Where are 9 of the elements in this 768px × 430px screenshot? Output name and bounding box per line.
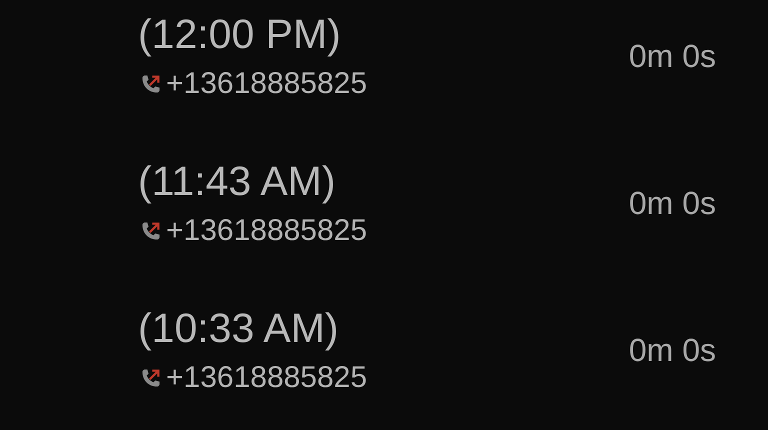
call-duration: 0m 0s: [628, 331, 716, 370]
call-duration: 0m 0s: [628, 184, 716, 223]
phone-number: +13618885825: [166, 66, 368, 102]
call-time: (10:33 AM): [138, 304, 340, 352]
call-time: (12:00 PM): [138, 10, 342, 58]
phone-number: +13618885825: [166, 213, 368, 249]
call-time: (11:43 AM): [138, 157, 336, 205]
phone-number: +13618885825: [166, 360, 368, 396]
call-duration: 0m 0s: [628, 37, 716, 76]
